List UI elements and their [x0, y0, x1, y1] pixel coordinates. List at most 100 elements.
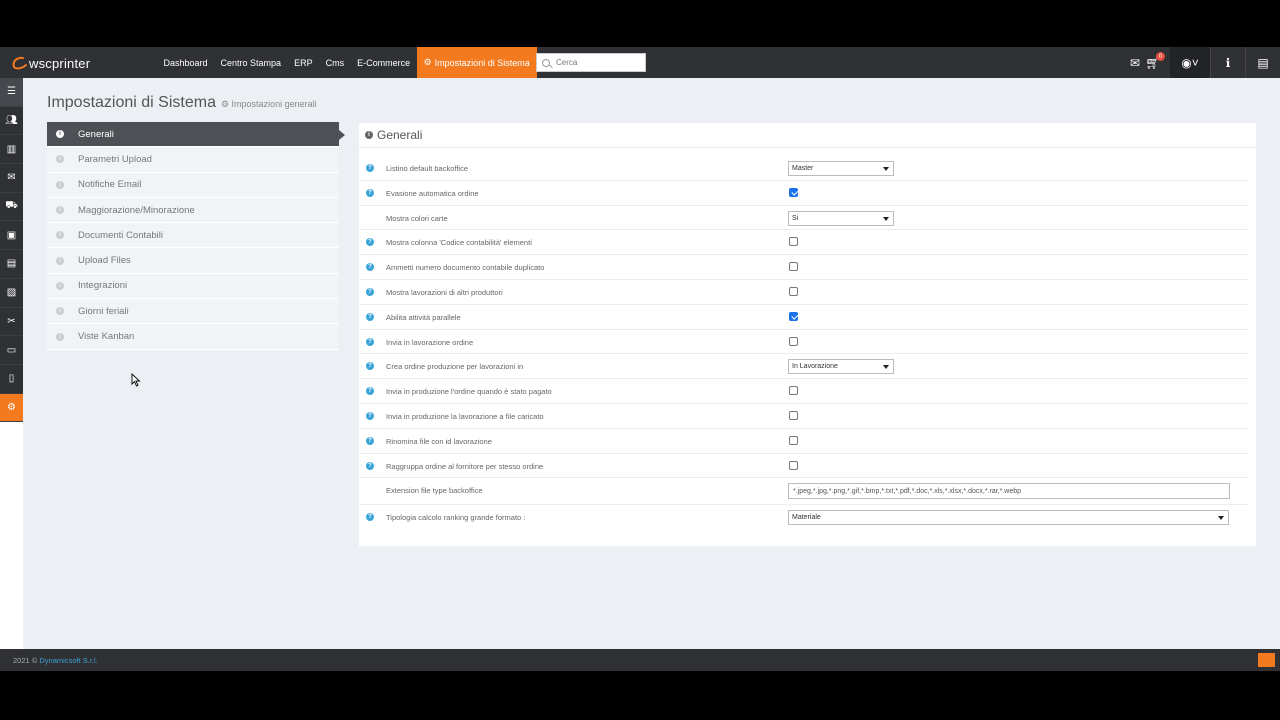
settings-item-documenti-contabili[interactable]: i Documenti Contabili — [47, 223, 339, 249]
setting-select[interactable]: Materiale — [788, 510, 1229, 526]
settings-item-label: Viste Kanban — [78, 331, 135, 343]
setting-checkbox[interactable] — [789, 262, 798, 272]
help-icon[interactable]: ? — [366, 362, 374, 371]
mail-icon[interactable]: ✉ — [1126, 47, 1144, 78]
info-icon: i — [56, 281, 64, 290]
navbar-icons: ✉ 🛒︎ 0 ◉˅ ℹ ▤ — [1126, 47, 1280, 78]
setting-checkbox[interactable] — [789, 187, 798, 197]
nav-item-centro-stampa[interactable]: Centro Stampa — [214, 47, 288, 78]
info-icon: i — [56, 180, 64, 189]
info-icon[interactable]: ℹ — [1211, 47, 1245, 78]
setting-select[interactable]: Si — [788, 210, 894, 226]
setting-row: ? Tipologia calcolo ranking grande format… — [359, 505, 1249, 532]
settings-item-label: Documenti Contabili — [78, 229, 164, 241]
setting-row: Mostra colori carte Si — [359, 206, 1249, 231]
setting-checkbox[interactable] — [789, 286, 798, 296]
settings-item-upload-files[interactable]: i Upload Files — [47, 248, 339, 274]
help-icon[interactable]: ? — [366, 263, 374, 272]
settings-item-label: Parametri Upload — [78, 153, 152, 165]
sidebar-document-icon[interactable]: ▤ — [0, 250, 23, 279]
sidebar-truck-icon[interactable]: ⛟ — [0, 192, 23, 222]
setting-control: Master — [788, 161, 894, 176]
footer-action-button[interactable] — [1258, 653, 1275, 667]
setting-checkbox[interactable] — [789, 237, 798, 247]
sidebar-menu-icon[interactable]: ☰ — [0, 78, 23, 107]
sidebar-catalog-icon[interactable]: ▥ — [0, 135, 23, 165]
cart-icon[interactable]: 🛒︎ 0 — [1144, 47, 1165, 78]
sidebar-monitor-icon[interactable]: ▭ — [0, 336, 23, 365]
setting-checkbox[interactable] — [789, 460, 798, 470]
sidebar-tools-icon[interactable]: ✂ — [0, 307, 23, 337]
setting-label: Abilita attività parallele — [386, 312, 461, 322]
caret-down-icon — [883, 365, 889, 370]
setting-label: Invia in produzione l'ordine quando è st… — [386, 387, 552, 397]
setting-checkbox[interactable] — [789, 311, 798, 321]
main-menu: Dashboard Centro Stampa ERP Cms E-Commer… — [157, 47, 537, 78]
nav-item-erp[interactable]: ERP — [288, 47, 320, 78]
sidebar-settings-icon[interactable]: ⚙ — [0, 393, 23, 423]
nav-item-ecommerce[interactable]: E-Commerce — [351, 47, 417, 78]
setting-label: Ammetti numero documento contabile dupli… — [386, 263, 545, 273]
help-icon[interactable]: ? — [366, 461, 374, 470]
page-subtitle-text: Impostazioni generali — [231, 99, 317, 109]
nav-item-impostazioni[interactable]: ⚙ Impostazioni di Sistema — [416, 47, 537, 78]
settings-item-parametri-upload[interactable]: i Parametri Upload — [47, 147, 339, 173]
info-icon: i — [56, 155, 64, 164]
app-logo[interactable]: wscprinter — [10, 54, 90, 72]
info-icon: i — [365, 131, 373, 139]
setting-control — [788, 311, 798, 321]
search-icon — [542, 58, 550, 67]
nav-item-cms[interactable]: Cms — [319, 47, 351, 78]
setting-select[interactable]: In Lavorazione — [788, 359, 894, 375]
nav-item-dashboard[interactable]: Dashboard — [157, 47, 214, 78]
setting-checkbox[interactable] — [789, 386, 798, 396]
sidebar-users-icon[interactable]: 👥︎ — [0, 106, 23, 136]
settings-item-maggiorazione[interactable]: i Maggiorazione/Minorazione — [47, 197, 339, 224]
setting-label: Evasione automatica ordine — [386, 188, 479, 198]
setting-row: ? Mostra lavorazioni di altri produttori — [359, 280, 1249, 305]
help-icon[interactable]: ? — [366, 337, 374, 346]
caret-down-icon — [883, 216, 889, 221]
gear-icon: ⚙ — [423, 57, 432, 67]
help-icon[interactable]: ? — [366, 287, 374, 296]
left-sidebar: ☰ 👥︎ ▥ ✉ ⛟ ▣ ▤ ▨ ✂ ▭ ▯ ⚙ — [0, 78, 23, 671]
search-box — [536, 53, 646, 72]
settings-item-viste-kanban[interactable]: i Viste Kanban — [47, 324, 339, 350]
setting-select[interactable]: Master — [788, 161, 894, 176]
help-icon[interactable]: ? — [366, 513, 374, 522]
setting-text-input[interactable]: *.jpeg,*.jpg,*.png,*.gif,*.bmp,*.txt,*.p… — [788, 483, 1230, 500]
setting-checkbox[interactable] — [789, 410, 798, 420]
setting-control: In Lavorazione — [788, 359, 894, 375]
setting-control — [788, 187, 798, 197]
user-menu-icon[interactable]: ◉˅ — [1170, 47, 1210, 78]
help-icon[interactable]: ? — [366, 436, 374, 445]
footer-company-link[interactable]: Dynamicsoft S.r.l. — [39, 656, 97, 665]
info-icon: i — [56, 206, 64, 215]
select-value: Master — [792, 165, 814, 172]
settings-item-integrazioni[interactable]: i Integrazioni — [47, 273, 339, 300]
help-icon[interactable]: ? — [366, 387, 374, 396]
setting-label: Mostra lavorazioni di altri produttori — [386, 287, 503, 297]
settings-item-generali[interactable]: i Generali — [47, 122, 345, 148]
setting-checkbox[interactable] — [789, 336, 798, 346]
sidebar-box-icon[interactable]: ▣ — [0, 221, 23, 251]
help-icon[interactable]: ? — [366, 188, 374, 197]
select-value: In Lavorazione — [792, 363, 838, 371]
settings-item-notifiche-email[interactable]: i Notifiche Email — [47, 172, 339, 198]
chat-icon[interactable]: ▤ — [1246, 47, 1280, 78]
help-icon[interactable]: ? — [366, 238, 374, 247]
search-input[interactable] — [556, 58, 641, 67]
help-icon[interactable]: ? — [366, 312, 374, 321]
sidebar-image-icon[interactable]: ▨ — [0, 278, 23, 308]
top-navbar: wscprinter Dashboard Centro Stampa ERP C… — [0, 47, 1280, 78]
help-icon[interactable]: ? — [366, 164, 374, 172]
settings-item-giorni-feriali[interactable]: i Giorni feriali — [47, 299, 339, 325]
help-icon[interactable]: ? — [366, 411, 374, 420]
setting-row: Extension file type backoffice *.jpeg,*.j… — [359, 478, 1249, 506]
setting-row: ? Abilita attività parallele — [359, 305, 1249, 330]
settings-item-label: Upload Files — [78, 255, 131, 267]
setting-row: ? Invia in produzione l'ordine quando è s… — [359, 379, 1249, 404]
sidebar-mail-icon[interactable]: ✉ — [0, 164, 23, 193]
sidebar-clipboard-icon[interactable]: ▯ — [0, 364, 23, 394]
setting-checkbox[interactable] — [789, 435, 798, 445]
